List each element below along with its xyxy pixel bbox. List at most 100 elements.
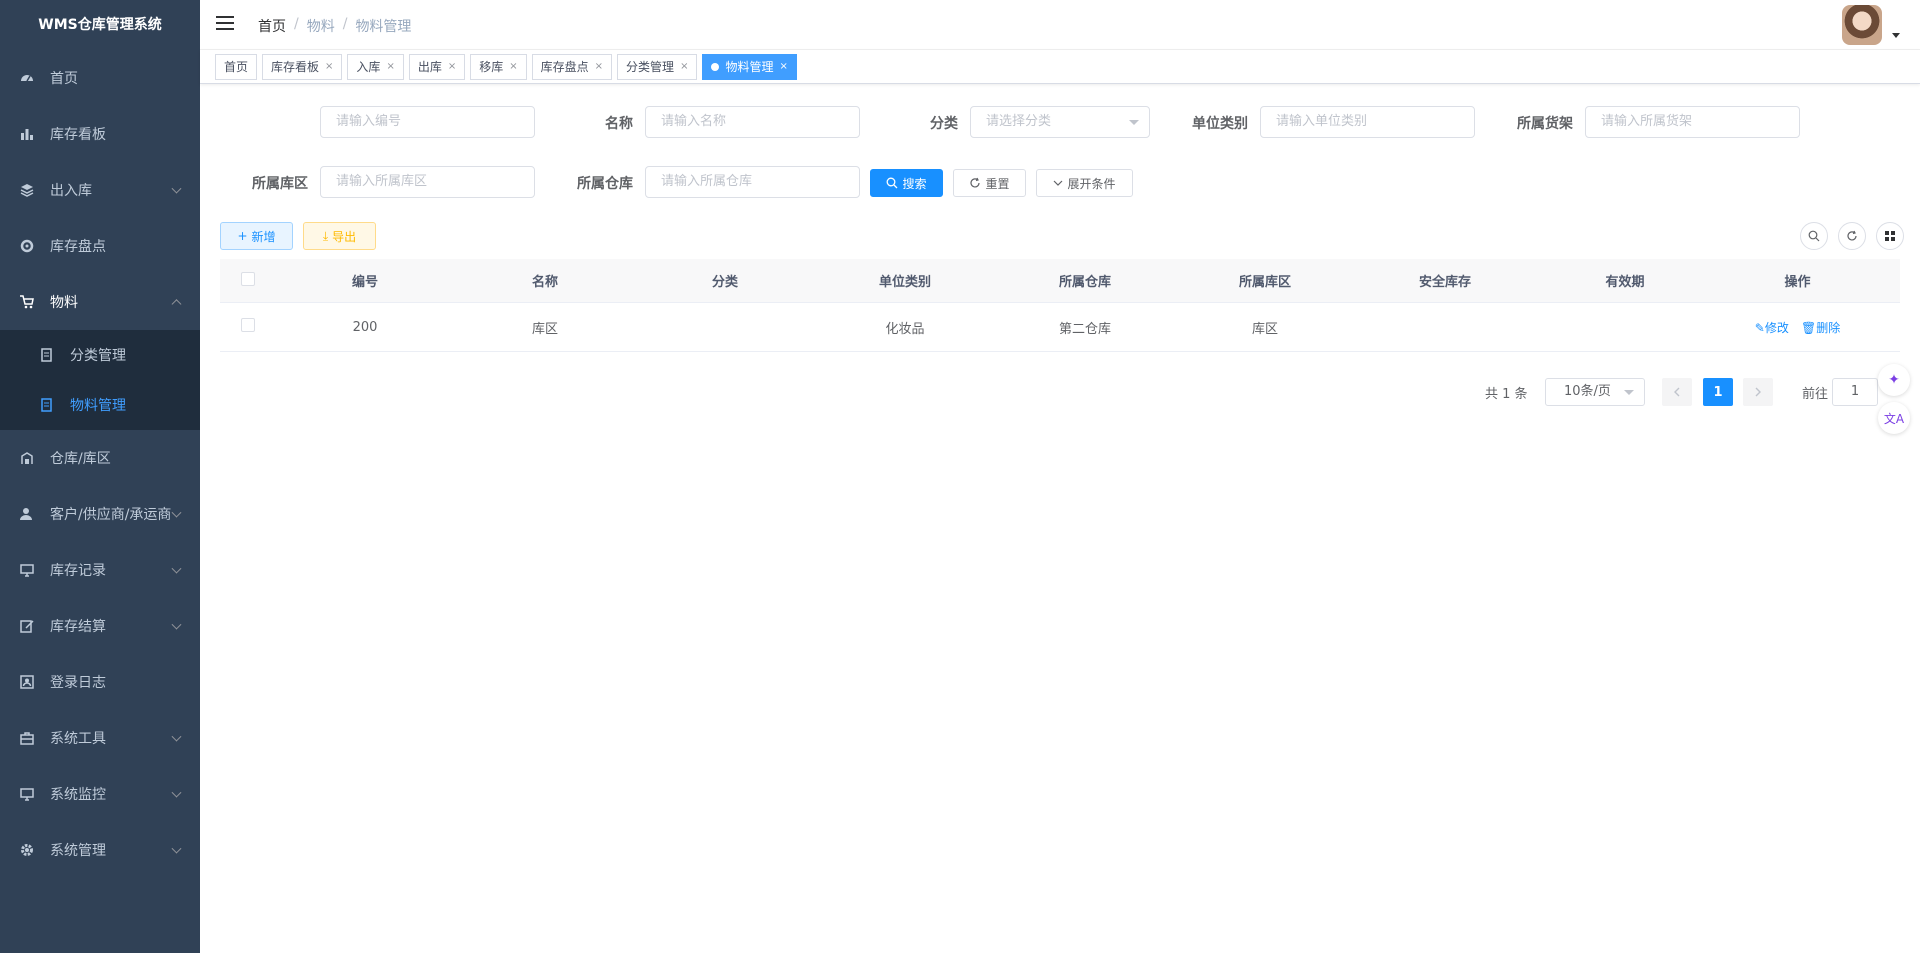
header-expiry: 有效期 (1605, 275, 1645, 290)
delete-link[interactable]: 🗑删除 (1801, 321, 1840, 335)
select-all-cell (220, 271, 275, 290)
plus-icon: + (237, 229, 248, 243)
sidebar-item-stocktake[interactable]: 库存盘点 (0, 218, 200, 274)
tag-category[interactable]: 分类管理 × (617, 53, 698, 80)
header-safety-stock: 安全库存 (1418, 275, 1471, 290)
sidebar-item-system-tools[interactable]: 系统工具 (0, 710, 200, 766)
hamburger-icon[interactable] (216, 16, 234, 32)
close-icon[interactable]: × (595, 55, 603, 79)
expand-conditions-button[interactable]: 展开条件 (1036, 169, 1133, 197)
reset-button-label: 重置 (985, 176, 1010, 191)
breadcrumb-separator: / (294, 16, 299, 32)
unit-input[interactable]: 请输入单位类别 (1260, 106, 1475, 138)
tag-inbound[interactable]: 入库 × (347, 53, 404, 80)
caret-down-icon[interactable] (1892, 33, 1900, 38)
close-icon[interactable]: × (509, 55, 517, 79)
sidebar-item-label: 库存结算 (50, 619, 106, 635)
sidebar-item-label: 物料管理 (70, 398, 126, 414)
next-page-button[interactable] (1743, 378, 1773, 406)
sidebar-item-settlement[interactable]: 库存结算 (0, 598, 200, 654)
sidebar-item-warehouse[interactable]: 仓库/库区 (0, 430, 200, 486)
refresh-icon (970, 177, 981, 188)
sidebar-item-inventory-board[interactable]: 库存看板 (0, 106, 200, 162)
reset-button[interactable]: 重置 (953, 169, 1026, 197)
goto-page-input[interactable]: 1 (1832, 378, 1878, 406)
sidebar-item-home[interactable]: 首页 (0, 50, 200, 106)
toggle-search-button[interactable] (1800, 222, 1828, 250)
close-icon[interactable]: × (325, 55, 333, 79)
header-unit: 单位类别 (878, 275, 931, 290)
prev-page-button[interactable] (1662, 378, 1692, 406)
layers-icon (20, 183, 34, 197)
sidebar-item-system-manage[interactable]: 系统管理 (0, 822, 200, 878)
tag-stocktake[interactable]: 库存盘点 × (531, 53, 613, 80)
breadcrumb-separator: / (342, 16, 348, 32)
tag-material-manage[interactable]: 物料管理 × (702, 53, 797, 80)
export-button[interactable]: ⤓ 导出 (303, 222, 376, 250)
sidebar-item-inventory-record[interactable]: 库存记录 (0, 542, 200, 598)
chevron-down-icon (171, 563, 182, 574)
breadcrumb-material-manage: 物料管理 (355, 19, 412, 35)
ai-sparkle-button[interactable]: ✦ (1878, 364, 1910, 396)
sidebar-item-in-out[interactable]: 出入库 (0, 162, 200, 218)
header-area: 所属库区 (1238, 275, 1291, 290)
edit-link[interactable]: ✎修改 (1755, 321, 1789, 335)
tag-outbound[interactable]: 出库 × (408, 53, 466, 80)
edit-label: 修改 (1764, 320, 1789, 335)
header-actions: 操作 (1784, 275, 1811, 290)
close-icon[interactable]: × (448, 55, 456, 79)
shelf-input[interactable]: 请输入所属货架 (1585, 106, 1800, 138)
sidebar-item-label: 库存看板 (50, 127, 106, 143)
table-header: 编号 名称 分类 单位类别 所属仓库 所属库区 安全库存 有效期 操作 (220, 259, 1900, 303)
page-number-current[interactable]: 1 (1703, 378, 1733, 406)
sidebar-item-label: 系统监控 (50, 787, 106, 803)
chevron-right-icon (1755, 387, 1761, 397)
sidebar-item-system-monitor[interactable]: 系统监控 (0, 766, 200, 822)
tag-transfer[interactable]: 移库 × (470, 53, 527, 80)
columns-button[interactable] (1876, 222, 1904, 250)
name-input[interactable]: 请输入名称 (645, 106, 860, 138)
row-select-cell (220, 318, 275, 336)
sidebar-item-partners[interactable]: 客户/供应商/承运商 (0, 486, 200, 542)
page-size-select[interactable]: 10条/页 (1545, 378, 1645, 406)
category-select[interactable]: 请选择分类 (970, 106, 1150, 138)
monitor-icon (20, 563, 34, 577)
chevron-down-icon (171, 731, 182, 742)
sidebar-item-label: 系统工具 (50, 731, 106, 747)
translate-button[interactable]: 文A (1878, 402, 1910, 434)
tag-label: 分类管理 (626, 59, 675, 74)
sidebar-item-category[interactable]: 分类管理 (0, 330, 200, 380)
monitor-icon (20, 787, 34, 801)
tag-label: 出库 (417, 59, 442, 74)
sidebar-item-login-log[interactable]: 登录日志 (0, 654, 200, 710)
sidebar-item-label: 系统管理 (50, 843, 106, 859)
tag-label: 移库 (479, 59, 504, 74)
add-button[interactable]: + 新增 (220, 222, 293, 250)
chevron-up-icon (171, 299, 182, 310)
sidebar-item-label: 客户/供应商/承运商 (50, 507, 172, 523)
avatar[interactable] (1842, 5, 1882, 45)
close-icon[interactable]: × (779, 55, 787, 79)
refresh-button[interactable] (1838, 222, 1866, 250)
breadcrumb-home[interactable]: 首页 (258, 16, 286, 36)
row-checkbox[interactable] (240, 318, 255, 332)
export-button-label: 导出 (332, 229, 357, 244)
cell-code: 200 (352, 319, 378, 335)
chevron-down-icon (171, 183, 182, 194)
tag-inventory-board[interactable]: 库存看板 × (262, 53, 343, 80)
close-icon[interactable]: × (386, 55, 394, 79)
warehouse-input[interactable]: 请输入所属仓库 (645, 166, 860, 198)
sidebar-item-material-manage[interactable]: 物料管理 (0, 380, 200, 430)
sidebar-item-material[interactable]: 物料 (0, 274, 200, 330)
header-warehouse: 所属仓库 (1058, 275, 1111, 290)
search-button[interactable]: 搜索 (870, 169, 943, 197)
close-icon[interactable]: × (680, 55, 688, 79)
tag-home[interactable]: 首页 (215, 53, 258, 80)
chevron-down-icon (1054, 180, 1063, 186)
app-root: WMS仓库管理系统 首页 库存看板 出入库 库存盘点 物料 分类管理 物料管理 … (0, 0, 1920, 953)
select-all-checkbox[interactable] (240, 271, 255, 286)
code-input[interactable]: 请输入编号 (320, 106, 535, 138)
chevron-left-icon (1674, 387, 1680, 397)
target-icon (20, 239, 34, 253)
area-input[interactable]: 请输入所属库区 (320, 166, 535, 198)
